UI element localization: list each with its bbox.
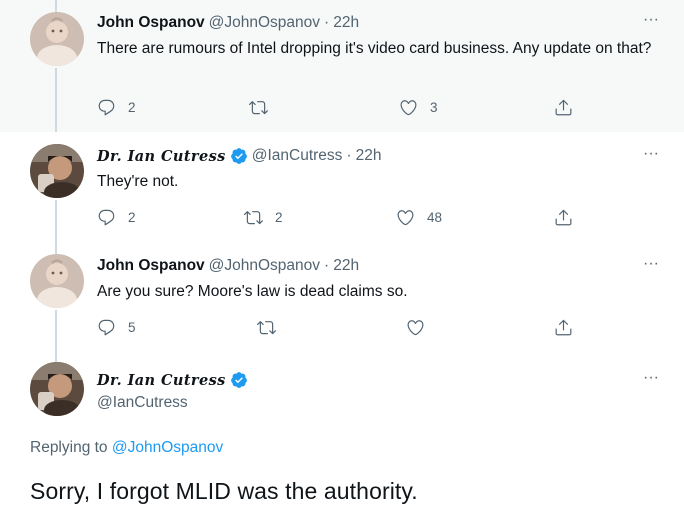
tweet-3[interactable]: John Ospanov @JohnOspanov · 22h ··· Are … [0, 242, 684, 350]
share-button[interactable] [554, 316, 573, 338]
retweet-icon [244, 208, 263, 227]
more-options-icon[interactable]: ··· [640, 370, 662, 390]
main-tweet-text: Sorry, I forgot MLID was the authority. [30, 478, 418, 504]
author-name[interactable]: John Ospanov [97, 14, 205, 32]
tweet-actions: 5 [97, 316, 587, 338]
more-options-icon[interactable]: ··· [640, 146, 662, 166]
thread-line [55, 0, 57, 12]
avatar[interactable] [30, 254, 84, 308]
tweet-2[interactable]: Dr. Ian Cutress @IanCutress · 22h ··· Th… [0, 132, 684, 242]
thread-line [55, 242, 57, 254]
reply-count: 2 [128, 99, 136, 115]
separator-dot: · [346, 147, 352, 164]
avatar-image [30, 144, 84, 198]
author-handle[interactable]: @JohnOspanov [209, 14, 320, 32]
thread-line [55, 68, 57, 132]
tweet-1[interactable]: John Ospanov @JohnOspanov · 22h ··· Ther… [0, 0, 684, 132]
share-icon [554, 98, 573, 117]
like-count: 48 [427, 209, 443, 225]
avatar[interactable] [30, 362, 84, 416]
reply-icon [97, 98, 116, 117]
heart-icon [399, 98, 418, 117]
timestamp[interactable]: 22h [333, 14, 359, 32]
like-button[interactable]: 48 [396, 206, 442, 228]
main-tweet: Dr. Ian Cutress @IanCutress ··· Replying… [0, 350, 684, 512]
like-count: 3 [430, 99, 438, 115]
author-name[interactable]: John Ospanov [97, 257, 205, 275]
avatar[interactable] [30, 12, 84, 66]
retweet-button[interactable] [257, 316, 288, 338]
retweet-button[interactable] [249, 96, 280, 118]
author-handle[interactable]: @IanCutress [97, 394, 188, 412]
retweet-button[interactable]: 2 [244, 206, 283, 228]
avatar-image [30, 254, 84, 308]
retweet-icon [257, 318, 276, 337]
author-handle[interactable]: @IanCutress [252, 147, 343, 165]
separator-dot: · [324, 257, 330, 274]
tweet-text: There are rumours of Intel dropping it's… [97, 40, 652, 57]
reply-icon [97, 318, 116, 337]
tweet-text: Are you sure? Moore's law is dead claims… [97, 283, 408, 300]
reply-button[interactable]: 2 [97, 206, 136, 228]
thread-line [55, 350, 57, 362]
timestamp[interactable]: 22h [333, 257, 359, 275]
reply-count: 5 [128, 319, 136, 335]
timestamp[interactable]: 22h [356, 147, 382, 165]
share-icon [554, 208, 573, 227]
tweet-header: Dr. Ian Cutress [97, 369, 248, 391]
author-handle[interactable]: @JohnOspanov [209, 257, 320, 275]
reply-icon [97, 208, 116, 227]
heart-icon [396, 208, 415, 227]
replying-to-link[interactable]: @JohnOspanov [112, 439, 223, 456]
reply-button[interactable]: 5 [97, 316, 136, 338]
author-name[interactable]: Dr. Ian Cutress [97, 148, 226, 165]
like-button[interactable] [406, 316, 437, 338]
reply-button[interactable]: 2 [97, 96, 136, 118]
tweet-header: John Ospanov @JohnOspanov · 22h [97, 12, 359, 34]
heart-icon [406, 318, 425, 337]
tweet-actions: 2 3 [97, 96, 587, 118]
tweet-actions: 2 2 48 [97, 206, 587, 228]
thread-line [55, 200, 57, 242]
share-button[interactable] [554, 206, 573, 228]
thread-line [55, 310, 57, 350]
tweet-header: John Ospanov @JohnOspanov · 22h [97, 255, 359, 277]
retweet-count: 2 [275, 209, 283, 225]
reply-count: 2 [128, 209, 136, 225]
tweet-text: They're not. [97, 173, 179, 190]
share-button[interactable] [554, 96, 573, 118]
like-button[interactable]: 3 [399, 96, 438, 118]
replying-to: Replying to @JohnOspanov [30, 439, 223, 457]
avatar[interactable] [30, 144, 84, 198]
share-icon [554, 318, 573, 337]
retweet-icon [249, 98, 268, 117]
verified-badge-icon [230, 371, 248, 389]
tweet-header: Dr. Ian Cutress @IanCutress · 22h [97, 145, 381, 167]
verified-badge-icon [230, 147, 248, 165]
more-options-icon[interactable]: ··· [640, 256, 662, 276]
more-options-icon[interactable]: ··· [640, 12, 662, 32]
avatar-image [30, 362, 84, 416]
author-name[interactable]: Dr. Ian Cutress [97, 372, 226, 389]
avatar-image [30, 12, 84, 66]
replying-label: Replying to [30, 439, 108, 456]
separator-dot: · [324, 14, 330, 31]
